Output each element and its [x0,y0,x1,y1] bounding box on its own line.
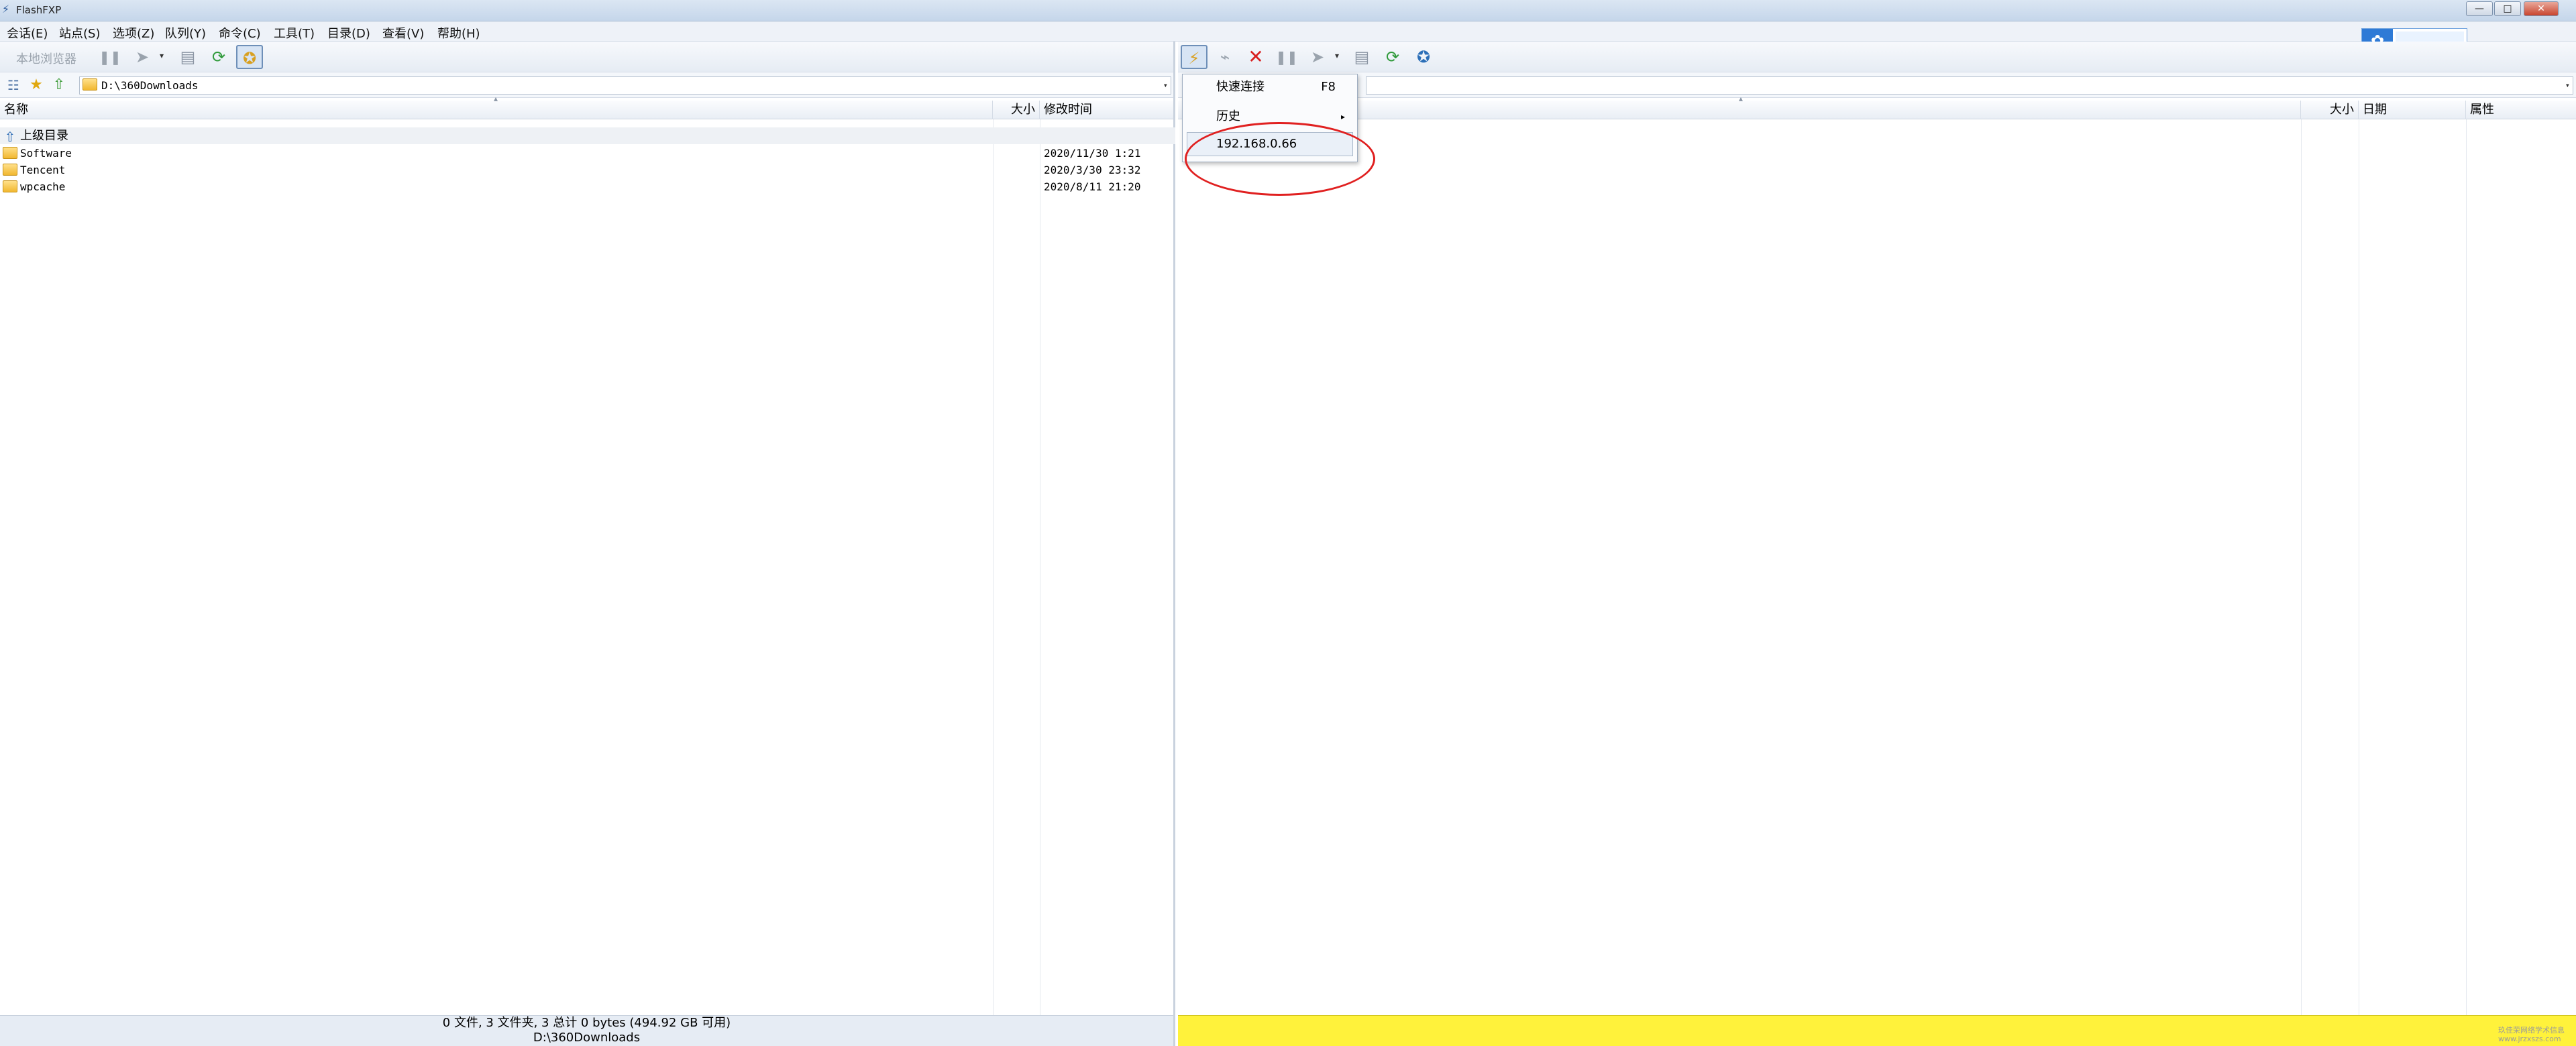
menu-sites[interactable]: 站点(S) [59,24,100,42]
column-name[interactable]: 名称 [0,101,993,119]
column-divider [2466,119,2467,1015]
server-icon[interactable]: ▤ [174,45,201,69]
file-name: wpcache [20,180,66,193]
local-browser-label: 本地浏览器 [16,52,76,66]
menu-queue[interactable]: 队列(Y) [165,24,206,42]
parent-directory-row[interactable]: ⇧ 上级目录 [0,127,1175,144]
transfer-dropdown-icon[interactable]: ▾ [1335,51,1339,60]
transfer-icon[interactable]: ➤ [129,45,156,69]
local-path-bar: ☷ ★ ⇧ D:\360Downloads ▾ [0,72,1173,98]
transfer-icon[interactable]: ➤ [1304,45,1331,69]
local-path-text: D:\360Downloads [101,79,199,92]
column-date[interactable]: 日期 [2359,101,2466,119]
maximize-button[interactable]: □ [2494,1,2521,16]
menu-options[interactable]: 选项(Z) [113,24,154,42]
remote-panel: ⚡ ⌁ ✕ ❚❚ ➤ ▾ ▤ ⟳ ✪ ▾ ▴ 大小 日期 属性 [1178,42,2576,1046]
server-icon[interactable]: ▤ [1348,45,1375,69]
file-name: Tencent [20,164,66,176]
folder-icon [3,180,17,192]
globe-icon[interactable]: ✪ [1410,45,1437,69]
table-row[interactable]: wpcache 2020/8/11 21:20 [0,178,1175,195]
path-dropdown-icon[interactable]: ▾ [1163,77,1168,94]
close-button[interactable]: ✕ [2524,1,2559,16]
disconnect-icon[interactable]: ⌁ [1212,45,1238,69]
folder-icon [3,147,17,159]
folder-icon [83,78,97,91]
local-status-bar: 0 文件, 3 文件夹, 3 总计 0 bytes (494.92 GB 可用)… [0,1015,1173,1046]
file-modified: 2020/8/11 21:20 [1044,180,1141,193]
folder-icon [3,164,17,176]
refresh-icon[interactable]: ⟳ [205,45,232,69]
path-dropdown-icon[interactable]: ▾ [2565,77,2570,94]
remote-path-bar: ▾ [1178,72,2576,98]
app-icon: ⚡ [2,3,10,15]
pause-icon[interactable]: ❚❚ [1273,45,1300,69]
pause-icon[interactable]: ❚❚ [97,45,123,69]
menu-view[interactable]: 查看(V) [382,24,424,42]
connect-icon[interactable]: ⚡ [1181,45,1208,69]
menu-session[interactable]: 会话(E) [7,24,48,42]
local-column-header: ▴ 名称 大小 修改时间 [0,94,1175,119]
column-divider [2301,119,2302,1015]
remote-column-header: ▴ 大小 日期 属性 [1178,94,2576,119]
refresh-icon[interactable]: ⟳ [1379,45,1406,69]
quick-connect-label: 快速连接 [1216,80,1265,94]
local-status-path: D:\360Downloads [533,1031,641,1045]
remote-status-bar [1178,1015,2576,1046]
file-modified: 2020/3/30 23:32 [1044,164,1141,176]
watermark: 玖佳荣网络学术信息 www.jrzxszs.com [2498,1026,2565,1043]
table-row[interactable]: Software 2020/11/30 1:21 [0,145,1175,162]
parent-directory-label: 上级目录 [20,129,68,143]
annotation-ellipse [1185,122,1375,196]
local-panel: 本地浏览器 ❚❚ ➤ ▾ ▤ ⟳ ✪ ☷ ★ ⇧ D:\360Downloads… [0,42,1175,1046]
menu-tools[interactable]: 工具(T) [274,24,315,42]
column-size[interactable]: 大小 [993,101,1040,119]
parent-dir-icon[interactable]: ⇧ [50,76,68,94]
remote-path-input[interactable]: ▾ [1366,76,2573,95]
history-label: 历史 [1216,109,1240,123]
menu-directory[interactable]: 目录(D) [327,24,370,42]
local-toolbar: 本地浏览器 ❚❚ ➤ ▾ ▤ ⟳ ✪ [0,42,1173,72]
title-bar: ⚡ FlashFXP — □ ✕ [0,0,2576,21]
column-size[interactable]: 大小 [2301,101,2359,119]
submenu-arrow-icon: ▸ [1340,112,1345,121]
transfer-dropdown-icon[interactable]: ▾ [160,51,164,60]
quick-connect-shortcut: F8 [1321,80,1336,94]
up-arrow-icon: ⇧ [4,129,16,145]
table-row[interactable]: Tencent 2020/3/30 23:32 [0,162,1175,178]
local-browse-icon[interactable]: ✪ [236,45,263,69]
window-title: FlashFXP [16,4,62,16]
favorites-star-icon[interactable]: ★ [27,76,46,94]
file-modified: 2020/11/30 1:21 [1044,147,1141,160]
column-divider [993,119,994,1015]
column-attributes[interactable]: 属性 [2466,101,2576,119]
menu-item-quick-connect[interactable]: 快速连接 F8 [1183,76,1357,99]
menu-help[interactable]: 帮助(H) [437,24,480,42]
menu-bar: 会话(E) 站点(S) 选项(Z) 队列(Y) 命令(C) 工具(T) 目录(D… [0,21,2576,42]
local-path-input[interactable]: D:\360Downloads ▾ [79,76,1171,95]
remote-toolbar: ⚡ ⌁ ✕ ❚❚ ➤ ▾ ▤ ⟳ ✪ [1178,42,2576,72]
stop-icon[interactable]: ✕ [1242,45,1269,69]
file-name: Software [20,147,72,160]
column-modified[interactable]: 修改时间 [1040,101,1175,119]
minimize-button[interactable]: — [2466,1,2493,16]
local-status-summary: 0 文件, 3 文件夹, 3 总计 0 bytes (494.92 GB 可用) [442,1016,731,1030]
tree-icon[interactable]: ☷ [4,76,23,94]
menu-commands[interactable]: 命令(C) [219,24,261,42]
